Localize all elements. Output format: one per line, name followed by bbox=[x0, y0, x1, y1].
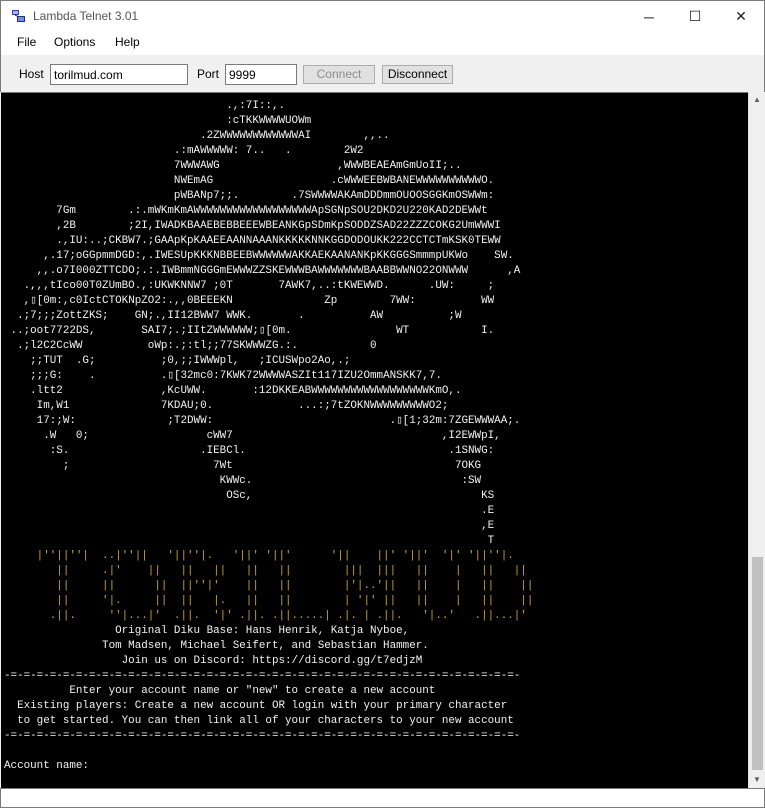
scroll-down-icon[interactable]: ▼ bbox=[749, 772, 765, 788]
port-input[interactable] bbox=[225, 64, 297, 85]
close-button[interactable]: ✕ bbox=[718, 1, 764, 32]
menu-options[interactable]: Options bbox=[54, 35, 95, 49]
terminal-output: - .,:7I::,. :cTKKWWWWUOWm .2ZWWWWWWWWWWW… bbox=[1, 92, 748, 788]
port-label: Port bbox=[197, 67, 220, 81]
ascii-art: - .,:7I::,. :cTKKWWWWUOWm .2ZWWWWWWWWWWW… bbox=[10, 93, 521, 547]
connect-button[interactable]: Connect bbox=[303, 65, 375, 84]
host-input[interactable] bbox=[50, 64, 188, 85]
terminal-text: - .,:7I::,. :cTKKWWWWUOWm .2ZWWWWWWWWWWW… bbox=[4, 93, 534, 774]
host-label: Host bbox=[19, 67, 44, 81]
disconnect-button[interactable]: Disconnect bbox=[382, 65, 453, 84]
terminal-scrollbar[interactable]: ▲ ▼ bbox=[748, 92, 764, 788]
connection-toolbar: Host Port Connect Disconnect bbox=[0, 55, 765, 92]
window-title: Lambda Telnet 3.01 bbox=[33, 9, 139, 23]
scroll-up-icon[interactable]: ▲ bbox=[749, 92, 765, 108]
login-prompt: Original Diku Base: Hans Henrik, Katja N… bbox=[4, 625, 521, 772]
command-input[interactable] bbox=[0, 788, 765, 808]
lambda-telnet-app-icon bbox=[11, 8, 27, 24]
maximize-button[interactable]: ☐ bbox=[672, 1, 718, 32]
menu-help[interactable]: Help bbox=[115, 35, 140, 49]
scroll-thumb[interactable] bbox=[752, 557, 763, 770]
title-bar: Lambda Telnet 3.01 ─ ☐ ✕ bbox=[0, 0, 765, 31]
minimize-button[interactable]: ─ bbox=[626, 1, 672, 32]
menu-file[interactable]: File bbox=[17, 35, 36, 49]
menu-bar: File Options Help bbox=[0, 31, 765, 55]
torilmud-logo: |''||''| ..|''|| '||''|. '||' '||' '|| |… bbox=[36, 550, 534, 622]
